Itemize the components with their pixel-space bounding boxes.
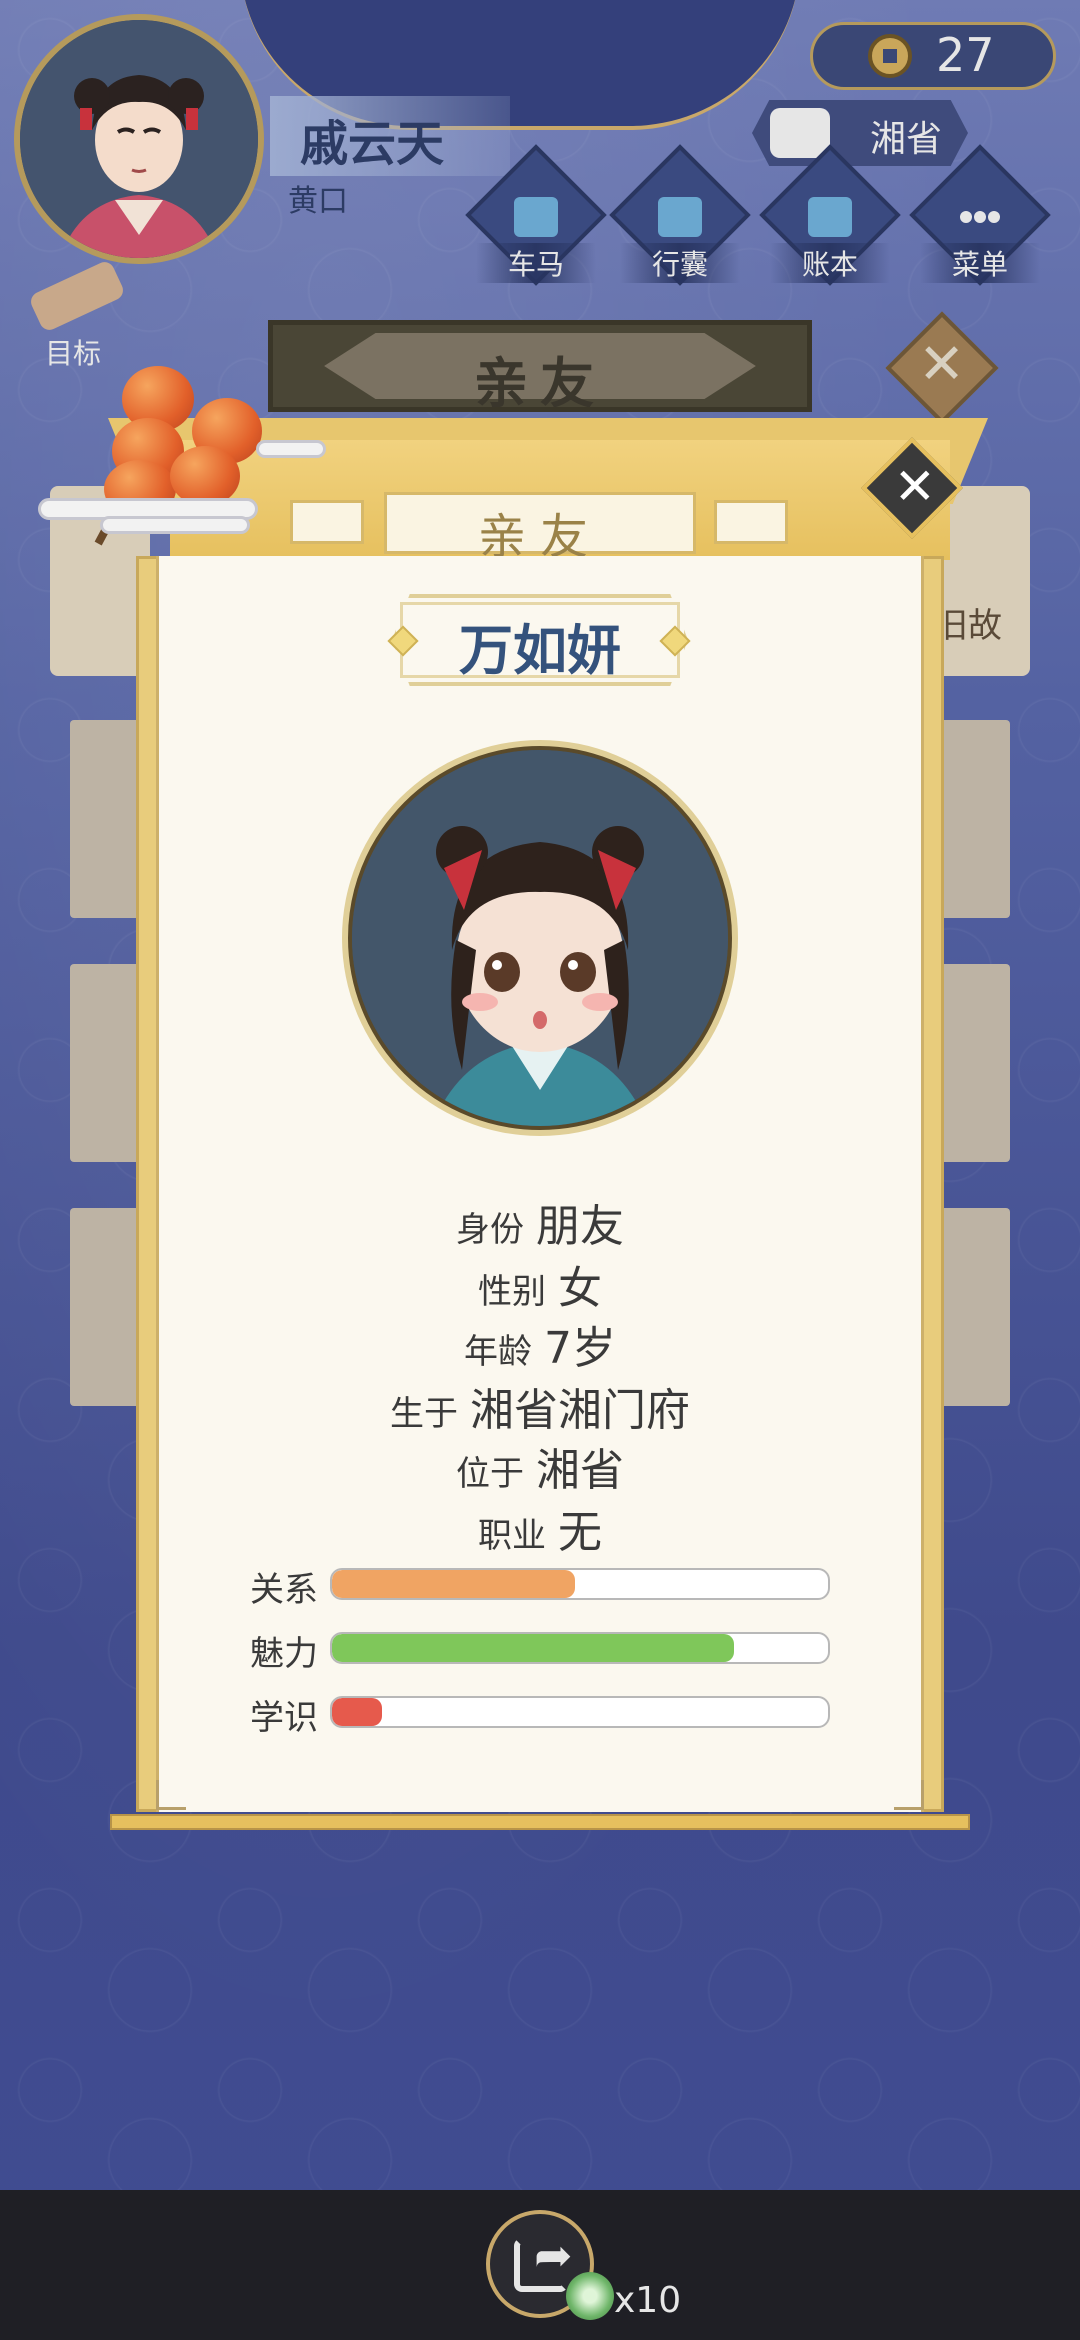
info-key: 职业 [478,1516,546,1556]
coin-icon [868,34,912,78]
bag-icon [658,197,702,237]
dialog-tab: 亲友 [384,492,696,565]
background-card [70,964,144,1162]
scroll-icon [27,258,127,334]
dialog-footer [110,1814,970,1830]
nav-label: 账本 [770,243,890,283]
cloud-ribbon [256,440,326,458]
info-value: 无 [558,1507,602,1558]
info-key: 性别 [478,1272,546,1312]
person-portrait [342,740,738,1136]
stat-bar-relation [330,1568,830,1600]
goal-label: 目标 [44,337,101,370]
stat-label-relation: 关系 [250,1570,318,1610]
background-title: 亲友 [474,352,606,415]
background-card [70,720,144,918]
info-birthplace: 生于 湘省湘门府 [156,1374,924,1438]
nav-ledger-button[interactable]: 账本 [759,144,901,286]
location-label: 湘省 [870,119,943,160]
player-portrait-icon [20,20,258,258]
info-value: 朋友 [536,1201,624,1252]
stat-label-charm: 魅力 [250,1634,318,1674]
background-card [936,964,1010,1162]
nav-carriage-button[interactable]: 车马 [465,144,607,286]
jade-coin-icon [566,2272,614,2320]
coin-value: 27 [936,28,995,82]
info-value: 7岁 [544,1323,616,1374]
info-location: 位于 湘省 [156,1434,924,1498]
stat-bar-fill [332,1698,382,1726]
nav-menu-button[interactable]: 菜单 [909,144,1051,286]
location-icon [770,108,830,158]
goal-button[interactable]: 目标 [18,258,128,370]
tab-decoration-left [290,500,364,544]
stat-bar-knowledge [330,1696,830,1728]
info-key: 年龄 [464,1332,532,1372]
menu-icon [958,197,1002,237]
info-value: 湘省湘门府 [470,1385,690,1436]
info-occupation: 职业无 [156,1496,924,1560]
nav-bag-button[interactable]: 行囊 [609,144,751,286]
info-age: 年龄 7岁 [156,1312,924,1376]
corner-decoration [894,1780,924,1810]
menu-dots-icon [960,211,1000,223]
carriage-icon [514,197,558,237]
share-arrow-icon: ➦ [534,2228,573,2282]
nav-label: 行囊 [620,243,740,283]
info-key: 身份 [456,1210,524,1250]
corner-decoration [156,1780,186,1810]
portrait-frame [348,746,732,1130]
stat-bar-charm [330,1632,830,1664]
reward-multiplier: x10 [614,2280,682,2321]
girl-portrait-icon [352,750,728,1126]
info-value: 女 [558,1263,602,1314]
background-card [936,720,1010,918]
stat-bar-fill [332,1570,576,1598]
player-name: 戚云天 [300,116,445,172]
background-card [70,1208,144,1406]
background-side-text: 旧故 [934,606,1002,646]
info-key: 生于 [390,1394,458,1434]
cloud-ribbon [100,516,250,534]
coin-counter [810,22,1056,90]
player-avatar[interactable] [14,14,264,264]
person-name: 万如妍 [459,619,621,682]
info-identity: 身份 朋友 [156,1190,924,1254]
ledger-icon [808,197,852,237]
info-gender: 性别女 [156,1252,924,1316]
info-value: 湘省 [536,1445,624,1496]
close-icon: ✕ [893,457,936,516]
background-title-banner: 亲友 [268,320,812,415]
player-status: 黄口 [288,184,348,219]
tab-decoration-right [714,500,788,544]
info-key: 位于 [456,1454,524,1494]
nav-label: 菜单 [920,243,1040,283]
fruit-icon [170,446,240,506]
nav-label: 车马 [476,243,596,283]
background-card [936,1208,1010,1406]
close-icon: ✕ [918,331,966,397]
stat-label-knowledge: 学识 [250,1698,318,1738]
stat-bar-fill [332,1634,734,1662]
